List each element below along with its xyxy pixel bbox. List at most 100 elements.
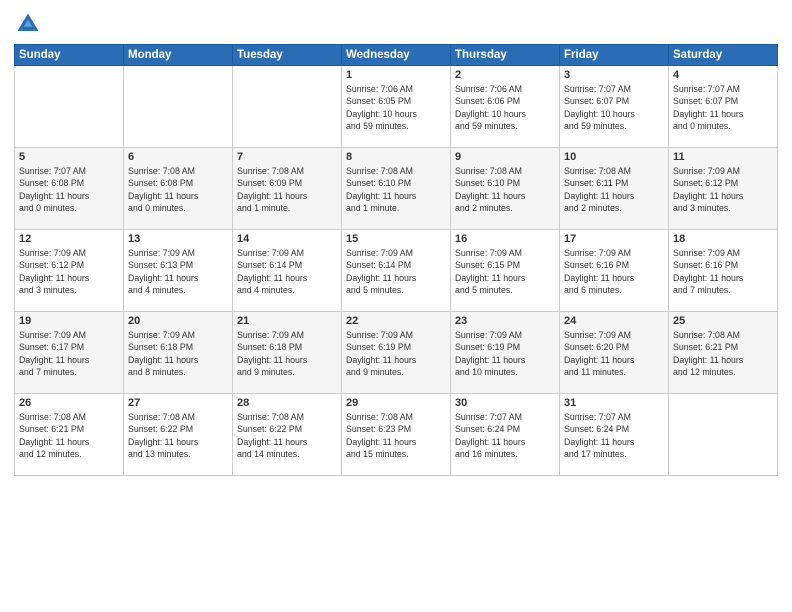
calendar-cell: 29 Sunrise: 7:08 AM Sunset: 6:23 PM Dayli… xyxy=(342,394,451,476)
calendar-cell: 24 Sunrise: 7:09 AM Sunset: 6:20 PM Dayli… xyxy=(560,312,669,394)
day-number: 10 xyxy=(564,151,664,163)
day-number: 7 xyxy=(237,151,337,163)
calendar-cell: 20 Sunrise: 7:09 AM Sunset: 6:18 PM Dayli… xyxy=(124,312,233,394)
day-info: Sunrise: 7:08 AM Sunset: 6:22 PM Dayligh… xyxy=(237,411,337,460)
calendar-cell: 16 Sunrise: 7:09 AM Sunset: 6:15 PM Dayli… xyxy=(451,230,560,312)
day-info: Sunrise: 7:08 AM Sunset: 6:11 PM Dayligh… xyxy=(564,165,664,214)
day-info: Sunrise: 7:09 AM Sunset: 6:17 PM Dayligh… xyxy=(19,329,119,378)
page: SundayMondayTuesdayWednesdayThursdayFrid… xyxy=(0,0,792,612)
day-number: 29 xyxy=(346,397,446,409)
day-number: 30 xyxy=(455,397,555,409)
calendar-header-sunday: Sunday xyxy=(15,45,124,66)
calendar-cell: 11 Sunrise: 7:09 AM Sunset: 6:12 PM Dayli… xyxy=(669,148,778,230)
calendar-cell: 17 Sunrise: 7:09 AM Sunset: 6:16 PM Dayli… xyxy=(560,230,669,312)
day-number: 23 xyxy=(455,315,555,327)
calendar-cell: 9Sunrise: 7:08 AM Sunset: 6:10 PM Daylig… xyxy=(451,148,560,230)
day-info: Sunrise: 7:08 AM Sunset: 6:22 PM Dayligh… xyxy=(128,411,228,460)
calendar-cell: 6 Sunrise: 7:08 AM Sunset: 6:08 PM Daylig… xyxy=(124,148,233,230)
calendar-cell: 21 Sunrise: 7:09 AM Sunset: 6:18 PM Dayli… xyxy=(233,312,342,394)
day-number: 31 xyxy=(564,397,664,409)
calendar-cell: 8 Sunrise: 7:08 AM Sunset: 6:10 PM Daylig… xyxy=(342,148,451,230)
calendar-cell: 23 Sunrise: 7:09 AM Sunset: 6:19 PM Dayli… xyxy=(451,312,560,394)
day-info: Sunrise: 7:08 AM Sunset: 6:23 PM Dayligh… xyxy=(346,411,446,460)
day-info: Sunrise: 7:08 AM Sunset: 6:21 PM Dayligh… xyxy=(673,329,773,378)
calendar-cell: 4 Sunrise: 7:07 AM Sunset: 6:07 PM Daylig… xyxy=(669,66,778,148)
calendar-cell: 3 Sunrise: 7:07 AM Sunset: 6:07 PM Daylig… xyxy=(560,66,669,148)
day-info: Sunrise: 7:07 AM Sunset: 6:07 PM Dayligh… xyxy=(564,83,664,132)
calendar-cell: 25 Sunrise: 7:08 AM Sunset: 6:21 PM Dayli… xyxy=(669,312,778,394)
day-info: Sunrise: 7:09 AM Sunset: 6:14 PM Dayligh… xyxy=(237,247,337,296)
day-info: Sunrise: 7:06 AM Sunset: 6:05 PM Dayligh… xyxy=(346,83,446,132)
day-info: Sunrise: 7:09 AM Sunset: 6:16 PM Dayligh… xyxy=(564,247,664,296)
day-number: 5 xyxy=(19,151,119,163)
day-info: Sunrise: 7:09 AM Sunset: 6:20 PM Dayligh… xyxy=(564,329,664,378)
calendar-cell: 12 Sunrise: 7:09 AM Sunset: 6:12 PM Dayli… xyxy=(15,230,124,312)
calendar-cell xyxy=(669,394,778,476)
day-number: 16 xyxy=(455,233,555,245)
calendar-week-row: 19 Sunrise: 7:09 AM Sunset: 6:17 PM Dayli… xyxy=(15,312,778,394)
day-number: 15 xyxy=(346,233,446,245)
header xyxy=(14,10,778,38)
day-info: Sunrise: 7:09 AM Sunset: 6:14 PM Dayligh… xyxy=(346,247,446,296)
day-info: Sunrise: 7:08 AM Sunset: 6:10 PM Dayligh… xyxy=(455,165,555,214)
day-info: Sunrise: 7:08 AM Sunset: 6:10 PM Dayligh… xyxy=(346,165,446,214)
calendar-cell: 1 Sunrise: 7:06 AM Sunset: 6:05 PM Daylig… xyxy=(342,66,451,148)
day-info: Sunrise: 7:07 AM Sunset: 6:08 PM Dayligh… xyxy=(19,165,119,214)
calendar-cell: 22 Sunrise: 7:09 AM Sunset: 6:19 PM Dayli… xyxy=(342,312,451,394)
day-number: 11 xyxy=(673,151,773,163)
calendar-cell: 14 Sunrise: 7:09 AM Sunset: 6:14 PM Dayli… xyxy=(233,230,342,312)
calendar-cell: 28 Sunrise: 7:08 AM Sunset: 6:22 PM Dayli… xyxy=(233,394,342,476)
calendar-header-tuesday: Tuesday xyxy=(233,45,342,66)
day-number: 6 xyxy=(128,151,228,163)
day-number: 26 xyxy=(19,397,119,409)
day-number: 8 xyxy=(346,151,446,163)
day-info: Sunrise: 7:09 AM Sunset: 6:18 PM Dayligh… xyxy=(237,329,337,378)
calendar-cell: 15 Sunrise: 7:09 AM Sunset: 6:14 PM Dayli… xyxy=(342,230,451,312)
calendar-week-row: 12 Sunrise: 7:09 AM Sunset: 6:12 PM Dayli… xyxy=(15,230,778,312)
day-info: Sunrise: 7:06 AM Sunset: 6:06 PM Dayligh… xyxy=(455,83,555,132)
day-number: 20 xyxy=(128,315,228,327)
calendar-cell: 5 Sunrise: 7:07 AM Sunset: 6:08 PM Daylig… xyxy=(15,148,124,230)
day-number: 25 xyxy=(673,315,773,327)
calendar-cell xyxy=(124,66,233,148)
day-number: 19 xyxy=(19,315,119,327)
day-number: 3 xyxy=(564,69,664,81)
day-number: 13 xyxy=(128,233,228,245)
calendar-cell: 2Sunrise: 7:06 AM Sunset: 6:06 PM Daylig… xyxy=(451,66,560,148)
calendar-header-row: SundayMondayTuesdayWednesdayThursdayFrid… xyxy=(15,45,778,66)
day-info: Sunrise: 7:07 AM Sunset: 6:24 PM Dayligh… xyxy=(564,411,664,460)
day-number: 4 xyxy=(673,69,773,81)
day-info: Sunrise: 7:08 AM Sunset: 6:09 PM Dayligh… xyxy=(237,165,337,214)
day-info: Sunrise: 7:09 AM Sunset: 6:19 PM Dayligh… xyxy=(346,329,446,378)
logo-icon xyxy=(14,10,42,38)
day-info: Sunrise: 7:09 AM Sunset: 6:15 PM Dayligh… xyxy=(455,247,555,296)
day-info: Sunrise: 7:09 AM Sunset: 6:19 PM Dayligh… xyxy=(455,329,555,378)
calendar: SundayMondayTuesdayWednesdayThursdayFrid… xyxy=(14,44,778,476)
calendar-week-row: 5 Sunrise: 7:07 AM Sunset: 6:08 PM Daylig… xyxy=(15,148,778,230)
calendar-cell: 19 Sunrise: 7:09 AM Sunset: 6:17 PM Dayli… xyxy=(15,312,124,394)
day-info: Sunrise: 7:08 AM Sunset: 6:21 PM Dayligh… xyxy=(19,411,119,460)
calendar-cell: 10 Sunrise: 7:08 AM Sunset: 6:11 PM Dayli… xyxy=(560,148,669,230)
day-number: 28 xyxy=(237,397,337,409)
day-info: Sunrise: 7:09 AM Sunset: 6:12 PM Dayligh… xyxy=(19,247,119,296)
day-info: Sunrise: 7:09 AM Sunset: 6:13 PM Dayligh… xyxy=(128,247,228,296)
day-number: 17 xyxy=(564,233,664,245)
day-info: Sunrise: 7:07 AM Sunset: 6:07 PM Dayligh… xyxy=(673,83,773,132)
logo xyxy=(14,10,46,38)
calendar-cell: 18Sunrise: 7:09 AM Sunset: 6:16 PM Dayli… xyxy=(669,230,778,312)
day-number: 22 xyxy=(346,315,446,327)
day-number: 1 xyxy=(346,69,446,81)
day-info: Sunrise: 7:08 AM Sunset: 6:08 PM Dayligh… xyxy=(128,165,228,214)
day-info: Sunrise: 7:09 AM Sunset: 6:18 PM Dayligh… xyxy=(128,329,228,378)
day-info: Sunrise: 7:09 AM Sunset: 6:12 PM Dayligh… xyxy=(673,165,773,214)
calendar-header-wednesday: Wednesday xyxy=(342,45,451,66)
day-number: 27 xyxy=(128,397,228,409)
calendar-cell: 30Sunrise: 7:07 AM Sunset: 6:24 PM Dayli… xyxy=(451,394,560,476)
day-number: 14 xyxy=(237,233,337,245)
calendar-cell: 26 Sunrise: 7:08 AM Sunset: 6:21 PM Dayli… xyxy=(15,394,124,476)
calendar-week-row: 1 Sunrise: 7:06 AM Sunset: 6:05 PM Daylig… xyxy=(15,66,778,148)
calendar-week-row: 26 Sunrise: 7:08 AM Sunset: 6:21 PM Dayli… xyxy=(15,394,778,476)
day-number: 21 xyxy=(237,315,337,327)
day-number: 12 xyxy=(19,233,119,245)
day-number: 24 xyxy=(564,315,664,327)
